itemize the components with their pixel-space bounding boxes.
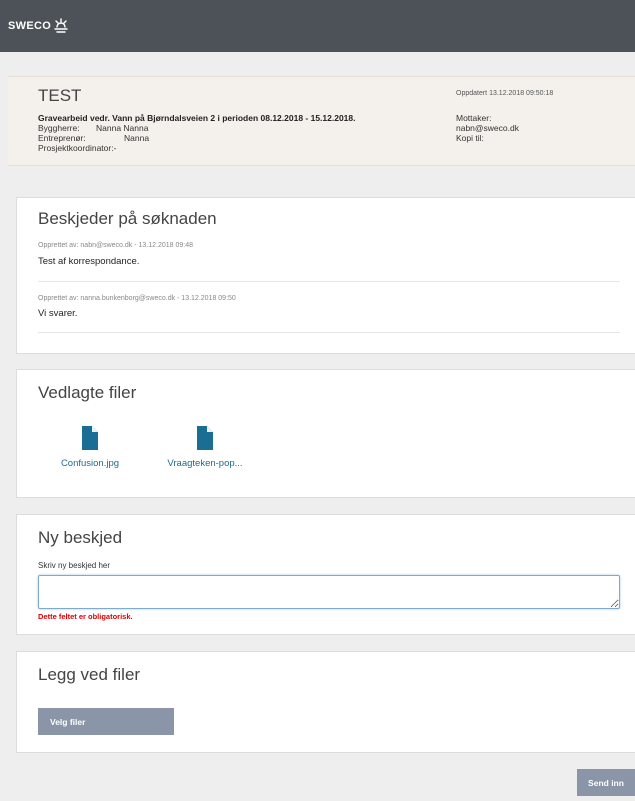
entreprenor-row: Entreprenør: Nanna [38,133,149,143]
koordinator-row: Prosjektkoordinator:- [38,143,117,153]
message-meta: Opprettet av: nabn@sweco.dk - 13.12.2018… [38,242,193,249]
send-button[interactable]: Send inn [577,769,635,796]
attachment-file-name: Confusion.jpg [60,458,120,469]
sun-logo-icon [54,18,68,33]
message-divider [38,281,620,282]
attachments-title: Vedlagte filer [38,383,137,402]
entreprenor-label: Entreprenør: [38,133,86,143]
logo-text: SWECO [8,20,52,32]
message-text: Vi svarer. [38,308,78,319]
mottaker-value: nabn@sweco.dk [456,123,519,133]
new-message-label: Skriv ny beskjed her [38,561,111,570]
kopi-label: Kopi til: [456,133,484,143]
file-icon [197,426,213,450]
attachment-file-name: Vraagteken-pop... [167,458,243,469]
attach-files-card: Legg ved filer Velg filer [16,651,635,753]
message-text: Test af korrespondance. [38,256,140,267]
byggherre-value: Nanna Nanna [96,123,149,133]
mottaker-label: Mottaker: [456,113,492,123]
attachment-file[interactable]: Vraagteken-pop... [150,426,260,469]
messages-card: Beskjeder på søknaden Opprettet av: nabn… [16,197,635,354]
sweco-logo[interactable]: SWECO [8,18,69,34]
new-message-card: Ny beskjed Skriv ny beskjed her Dette fe… [16,514,635,635]
file-icon [82,426,98,450]
new-message-title: Ny beskjed [38,528,123,547]
choose-files-button[interactable]: Velg filer [38,708,174,735]
attachment-file[interactable]: Confusion.jpg [35,426,145,469]
new-message-input[interactable] [38,575,620,609]
messages-title: Beskjeder på søknaden [38,209,217,228]
application-info-panel: TEST Gravearbeid vedr. Vann på Bjørndals… [8,76,635,166]
required-field-error: Dette feltet er obligatorisk. [38,612,133,621]
byggherre-row: Byggherre: Nanna Nanna [38,123,148,133]
message-meta: Opprettet av: nanna.bunkenborg@sweco.dk … [38,295,236,302]
attach-files-title: Legg ved filer [38,665,141,684]
top-bar: SWECO [0,0,635,52]
application-title: TEST [38,86,82,105]
entreprenor-value: Nanna [124,133,150,143]
message-divider [38,332,620,333]
attachments-card: Vedlagte filer Confusion.jpg Vraagteken-… [16,369,635,498]
updated-timestamp: Oppdatert 13.12.2018 09:50:18 [456,90,554,97]
byggherre-label: Byggherre: [38,123,80,133]
application-description: Gravearbeid vedr. Vann på Bjørndalsveien… [38,113,356,123]
